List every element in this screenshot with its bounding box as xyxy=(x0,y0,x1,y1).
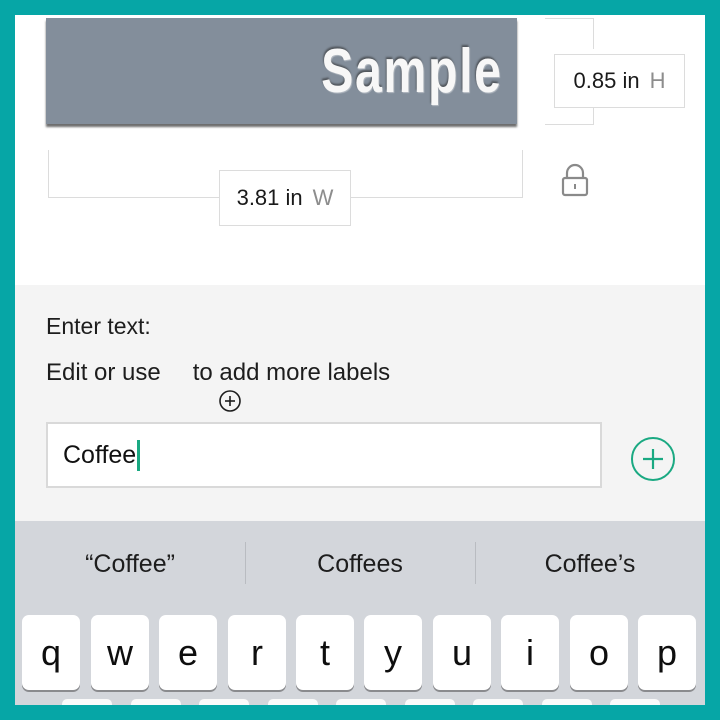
key-w[interactable]: w xyxy=(91,615,149,690)
on-screen-keyboard: “Coffee” Coffees Coffee’s q w e r t y u … xyxy=(15,521,705,705)
label-preview-text: Sample xyxy=(321,36,503,106)
key-partial[interactable] xyxy=(199,699,249,705)
key-partial[interactable] xyxy=(62,699,112,705)
width-field[interactable]: 3.81 in W xyxy=(219,170,351,226)
suggestion-item[interactable]: Coffees xyxy=(245,521,475,607)
height-value: 0.85 in xyxy=(573,68,640,93)
keyboard-row-2-partial xyxy=(15,699,705,705)
circle-plus-icon xyxy=(631,437,675,481)
key-e[interactable]: e xyxy=(159,615,217,690)
suggestion-item[interactable]: “Coffee” xyxy=(15,521,245,607)
help-text: Edit or use to add more labels xyxy=(46,359,391,412)
key-partial[interactable] xyxy=(405,699,455,705)
key-partial[interactable] xyxy=(268,699,318,705)
key-o[interactable]: o xyxy=(570,615,628,690)
key-u[interactable]: u xyxy=(433,615,491,690)
help-text-after: to add more labels xyxy=(192,359,391,386)
key-p[interactable]: p xyxy=(638,615,696,690)
key-i[interactable]: i xyxy=(501,615,559,690)
label-preview[interactable]: Sample xyxy=(46,18,517,124)
circle-plus-icon xyxy=(165,361,241,412)
key-partial[interactable] xyxy=(610,699,660,705)
height-bracket-top xyxy=(545,18,594,49)
text-caret xyxy=(137,439,141,471)
app-screen: Sample 0.85 in H 3.81 in W Enter text: E… xyxy=(15,15,705,705)
key-y[interactable]: y xyxy=(364,615,422,690)
key-r[interactable]: r xyxy=(228,615,286,690)
key-partial[interactable] xyxy=(131,699,181,705)
label-text-input[interactable]: Coffee xyxy=(46,422,602,488)
text-entry-panel: Enter text: Edit or use to add more labe… xyxy=(15,285,705,521)
help-text-before: Edit or use xyxy=(46,359,161,386)
keyboard-row-1: q w e r t y u i o p xyxy=(22,615,702,691)
lock-icon[interactable] xyxy=(560,163,590,197)
label-preview-area: Sample 0.85 in H 3.81 in W xyxy=(15,15,705,285)
predictive-bar: “Coffee” Coffees Coffee’s xyxy=(15,521,705,607)
add-label-button[interactable] xyxy=(629,435,677,483)
width-axis-label: W xyxy=(312,185,334,210)
height-field[interactable]: 0.85 in H xyxy=(554,54,685,108)
height-bracket-bottom xyxy=(545,105,594,125)
label-text-input-value: Coffee xyxy=(63,440,137,469)
height-axis-label: H xyxy=(649,68,666,93)
width-value: 3.81 in xyxy=(236,185,303,210)
key-partial[interactable] xyxy=(336,699,386,705)
key-partial[interactable] xyxy=(473,699,523,705)
key-q[interactable]: q xyxy=(22,615,80,690)
suggestion-item[interactable]: Coffee’s xyxy=(475,521,705,607)
enter-text-label: Enter text: xyxy=(46,313,151,339)
key-t[interactable]: t xyxy=(296,615,354,690)
key-partial[interactable] xyxy=(542,699,592,705)
